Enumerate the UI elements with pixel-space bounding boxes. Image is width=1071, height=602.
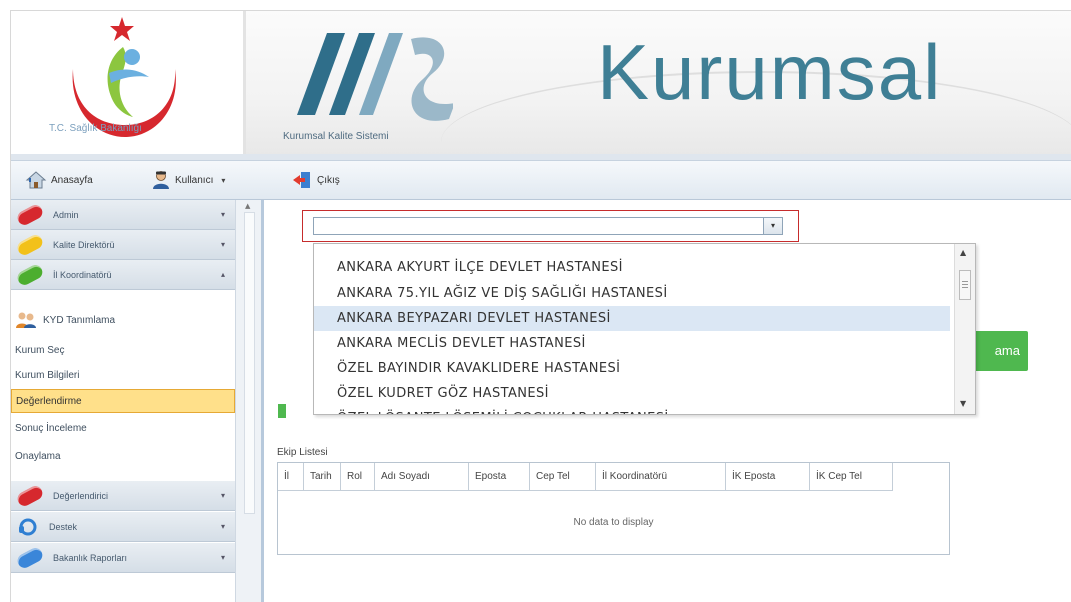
sidebar-splitter[interactable]	[261, 200, 264, 602]
scroll-up-icon[interactable]: ▲	[245, 202, 250, 210]
sidebar-item-label: Kurum Bilgileri	[15, 369, 80, 381]
sidebar-item-label: Sonuç İnceleme	[15, 422, 87, 434]
column-header[interactable]: Adı Soyadı	[375, 463, 469, 491]
home-icon	[25, 171, 47, 189]
dropdown-scrollbar[interactable]: ▲ ▼	[954, 244, 975, 414]
scrollbar-thumb[interactable]	[959, 270, 971, 300]
sidebar-item-kurum-sec[interactable]: Kurum Seç	[11, 338, 235, 362]
sidebar-item-onaylama[interactable]: Onaylama	[11, 444, 235, 468]
logout-icon	[293, 172, 310, 188]
institution-select-input[interactable]	[313, 217, 773, 235]
sidebar-item-kyd-tanimlama[interactable]: KYD Tanımlama	[11, 308, 235, 332]
scrollbar-thumb[interactable]	[244, 212, 255, 514]
sidebar-item-label: Değerlendirme	[16, 395, 82, 407]
column-header[interactable]: Eposta	[469, 463, 530, 491]
scroll-up-icon[interactable]: ▲	[960, 248, 966, 257]
column-header[interactable]: İK Eposta	[726, 463, 810, 491]
group-label: İl Koordinatörü	[53, 269, 112, 280]
chevron-up-icon: ▴	[220, 270, 225, 279]
pill-icon	[15, 483, 45, 508]
grid-empty-message: No data to display	[573, 517, 654, 528]
sidebar-group-destek[interactable]: Destek ▾	[11, 512, 235, 542]
user-label: Kullanıcı	[175, 174, 214, 186]
sidebar-group-il-koordinatoru[interactable]: İl Koordinatörü ▴	[11, 260, 235, 290]
sidebar-item-kurum-bilgileri[interactable]: Kurum Bilgileri	[11, 363, 235, 387]
team-list-grid: İl Tarih Rol Adı Soyadı Eposta Cep Tel İ…	[277, 462, 950, 555]
sidebar-item-sonuc-inceleme[interactable]: Sonuç İnceleme	[11, 416, 235, 440]
ministry-logo-area: T.C. Sağlık Bakanlığı	[11, 11, 243, 156]
sidebar-group-bakanlik-raporlari[interactable]: Bakanlık Raporları ▾	[11, 543, 235, 573]
column-header[interactable]: Cep Tel	[530, 463, 596, 491]
dropdown-option[interactable]: ANKARA 75.YIL AĞIZ VE DİŞ SAĞLIĞI HASTAN…	[314, 281, 950, 306]
system-name: Kurumsal Kalite Sistemi	[283, 131, 389, 142]
dropdown-option[interactable]: ÖZEL LÖSANTE LÖSEMİLİ ÇOCUKLAR HASTANESİ	[314, 406, 950, 414]
main-toolbar: Anasayfa Kullanıcı ▾ Çıkış	[11, 161, 1071, 200]
ministry-logo-icon	[72, 17, 176, 137]
grid-header-row: İl Tarih Rol Adı Soyadı Eposta Cep Tel İ…	[278, 463, 949, 491]
dropdown-option-selected[interactable]: ANKARA BEYPAZARI DEVLET HASTANESİ	[314, 306, 950, 331]
pill-icon	[15, 202, 45, 227]
pill-icon	[15, 545, 45, 570]
column-header[interactable]: İl Koordinatörü	[596, 463, 726, 491]
dropdown-option[interactable]: ÖZEL BAYINDIR KAVAKLIDERE HASTANESİ	[314, 356, 950, 381]
dropdown-option[interactable]: ANKARA MECLİS DEVLET HASTANESİ	[314, 331, 950, 356]
group-label: Bakanlık Raporları	[53, 552, 128, 563]
sidebar: Admin ▾ Kalite Direktörü ▾ İl Koordinatö…	[11, 200, 235, 602]
chevron-down-icon: ▾	[220, 522, 225, 531]
status-indicator	[278, 404, 286, 418]
dropdown-option[interactable]: ANKARA AKYURT İLÇE DEVLET HASTANESİ	[314, 255, 950, 280]
sidebar-group-kalite-direktoru[interactable]: Kalite Direktörü ▾	[11, 230, 235, 260]
sidebar-group-admin[interactable]: Admin ▾	[11, 200, 235, 230]
brand-title: Kurumsal	[597, 28, 943, 116]
combo-dropdown-button[interactable]: ▾	[763, 217, 783, 235]
pill-icon	[15, 262, 45, 287]
kks-logo-icon	[297, 33, 453, 121]
ministry-name: T.C. Sağlık Bakanlığı	[49, 123, 142, 134]
sidebar-item-degerlendirme[interactable]: Değerlendirme	[11, 389, 235, 413]
column-header[interactable]: İl	[278, 463, 304, 491]
app-frame: T.C. Sağlık Bakanlığı Kurumsal Kalite Si…	[10, 10, 1071, 602]
home-label: Anasayfa	[51, 174, 93, 186]
dropdown-option[interactable]: ÖZEL KUDRET GÖZ HASTANESİ	[314, 381, 950, 406]
sidebar-group-degerlendirici[interactable]: Değerlendirici ▾	[11, 481, 235, 511]
pill-icon	[15, 232, 45, 257]
chevron-down-icon: ▾	[221, 175, 226, 185]
column-header[interactable]: İK Cep Tel	[810, 463, 893, 491]
column-header[interactable]: Rol	[341, 463, 375, 491]
scroll-down-icon[interactable]: ▼	[960, 399, 966, 408]
institution-dropdown-list: ANKARA AKYURT İLÇE DEVLET HASTANESİ ANKA…	[313, 243, 976, 415]
home-button[interactable]: Anasayfa	[25, 169, 93, 191]
group-label: Destek	[49, 521, 78, 532]
logout-label: Çıkış	[317, 174, 340, 186]
group-label: Kalite Direktörü	[53, 239, 115, 250]
users-icon	[16, 312, 36, 328]
header-divider	[11, 154, 1071, 161]
user-menu-button[interactable]: Kullanıcı ▾	[151, 169, 225, 191]
sidebar-item-label: Kurum Seç	[15, 344, 65, 356]
chevron-down-icon: ▾	[220, 210, 225, 219]
user-icon	[153, 171, 169, 189]
institution-select-frame: ▾	[302, 210, 799, 242]
header-banner: T.C. Sağlık Bakanlığı Kurumsal Kalite Si…	[11, 11, 1071, 156]
support-icon	[19, 518, 37, 535]
group-label: Değerlendirici	[53, 490, 109, 501]
sidebar-scrollbar[interactable]: ▲	[235, 200, 262, 602]
chevron-down-icon: ▾	[220, 491, 225, 500]
chevron-down-icon: ▾	[220, 240, 225, 249]
sidebar-item-label: KYD Tanımlama	[43, 314, 116, 326]
logout-button[interactable]: Çıkış	[291, 169, 340, 191]
group-label: Admin	[53, 209, 79, 220]
team-list-title: Ekip Listesi	[277, 447, 328, 458]
logo-divider	[243, 11, 246, 156]
column-header[interactable]: Tarih	[304, 463, 341, 491]
chevron-down-icon: ▾	[220, 553, 225, 562]
sidebar-item-label: Onaylama	[15, 450, 61, 462]
